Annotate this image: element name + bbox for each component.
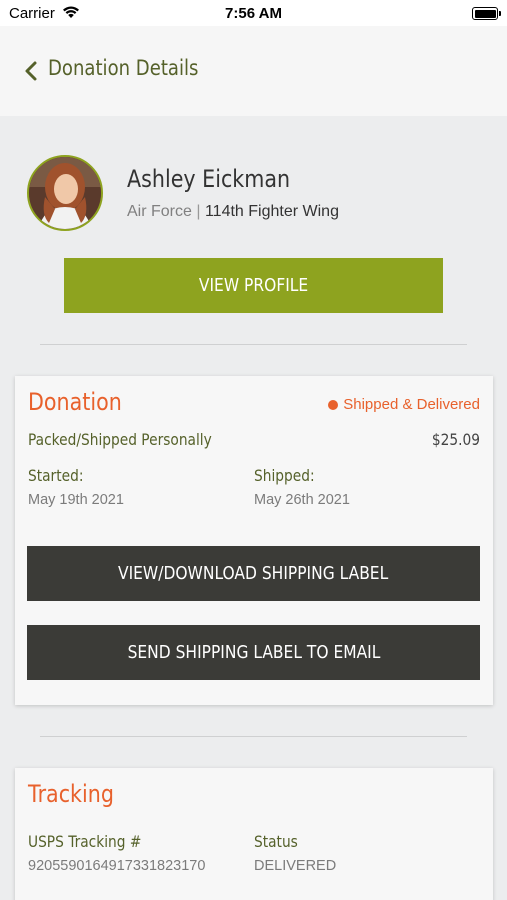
- view-profile-label: VIEW PROFILE: [198, 275, 309, 296]
- tracking-card: Tracking USPS Tracking # 920559016491733…: [15, 768, 493, 900]
- tracking-number-value: 9205590164917331823170: [28, 858, 206, 874]
- divider: [40, 344, 467, 345]
- donation-amount: $25.09: [431, 430, 480, 449]
- tracking-title: Tracking: [28, 780, 114, 808]
- profile-unit: 114th Fighter Wing: [204, 203, 339, 220]
- battery-icon: [472, 7, 501, 20]
- profile-affiliation: Air Force | 114th Fighter Wing: [127, 203, 339, 221]
- tracking-status-value: DELIVERED: [254, 858, 337, 874]
- tracking-number-label: USPS Tracking #: [28, 832, 142, 851]
- view-profile-button[interactable]: VIEW PROFILE: [64, 258, 443, 313]
- started-label: Started:: [28, 466, 84, 485]
- affiliation-separator: |: [196, 203, 201, 220]
- view-shipping-label-text: VIEW/DOWNLOAD SHIPPING LABEL: [118, 563, 389, 584]
- tracking-status-label: Status: [254, 832, 298, 851]
- divider: [40, 736, 467, 737]
- email-shipping-label-text: SEND SHIPPING LABEL TO EMAIL: [127, 642, 380, 663]
- avatar: [27, 155, 103, 231]
- email-shipping-label-button[interactable]: SEND SHIPPING LABEL TO EMAIL: [27, 625, 480, 680]
- status-text: Shipped & Delivered: [343, 396, 480, 413]
- nav-bar: Donation Details: [0, 26, 507, 116]
- profile-name: Ashley Eickman: [127, 165, 291, 193]
- shipping-method: Packed/Shipped Personally: [28, 430, 212, 449]
- status-bar: Carrier 7:56 AM: [0, 0, 507, 26]
- status-badge: Shipped & Delivered: [328, 396, 480, 413]
- clock: 7:56 AM: [225, 5, 282, 22]
- started-date: May 19th 2021: [28, 492, 124, 508]
- donation-title: Donation: [28, 388, 122, 416]
- view-shipping-label-button[interactable]: VIEW/DOWNLOAD SHIPPING LABEL: [27, 546, 480, 601]
- page-title: Donation Details: [48, 56, 199, 80]
- shipped-label: Shipped:: [254, 466, 315, 485]
- status-dot-icon: [328, 399, 339, 410]
- donation-card: Donation Shipped & Delivered Packed/Ship…: [15, 376, 493, 705]
- back-chevron-icon[interactable]: [22, 59, 42, 83]
- profile-branch: Air Force: [127, 203, 192, 220]
- shipped-date: May 26th 2021: [254, 492, 350, 508]
